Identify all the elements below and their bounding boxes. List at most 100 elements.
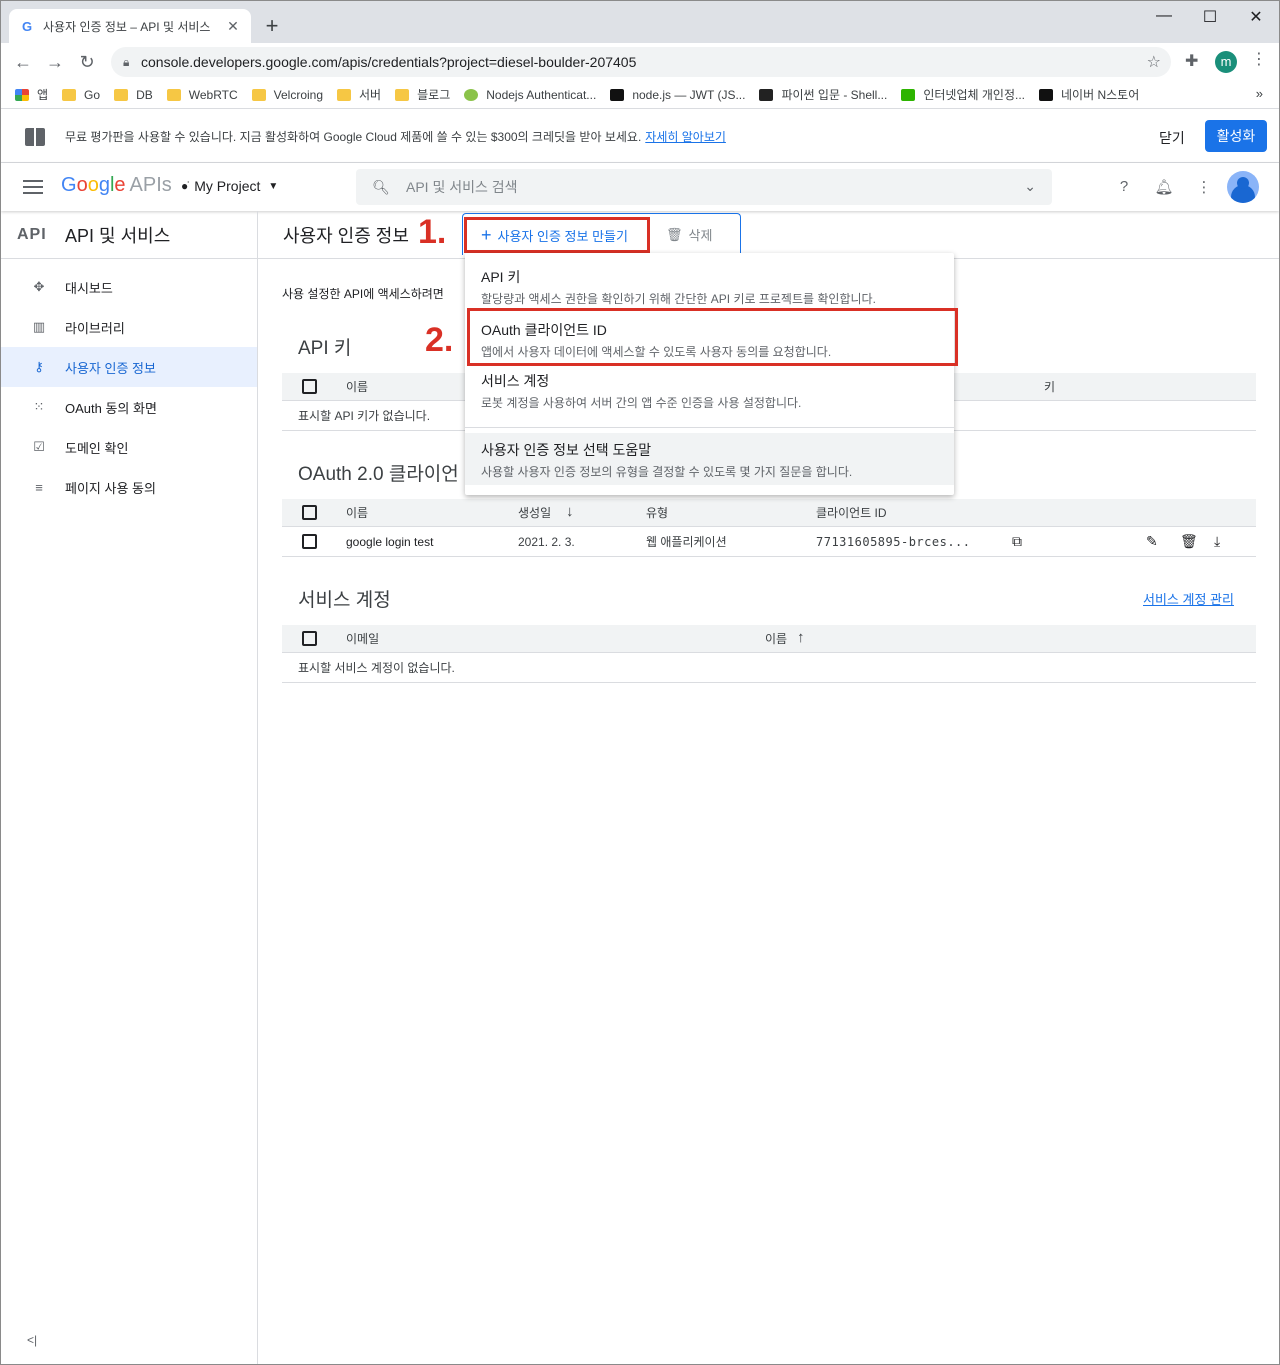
client-type: 웹 애플리케이션 (646, 535, 727, 549)
client-id: 77131605895-brces... (816, 534, 971, 549)
empty-row: 표시할 서비스 계정이 없습니다. (282, 653, 1256, 683)
learn-more-link[interactable]: 자세히 알아보기 (645, 128, 726, 145)
notifications-bell-icon[interactable]: 🔔︎ (1154, 178, 1174, 196)
annotation-step-1: 1. (418, 213, 447, 251)
tab-close-icon[interactable]: ✕ (225, 18, 241, 35)
new-tab-button[interactable]: + (261, 13, 283, 39)
bookmark-link[interactable]: node.js — JWT (JS... (610, 88, 745, 102)
bookmark-folder[interactable]: Go (62, 88, 100, 102)
project-selector[interactable]: ●̇ My Project ▼ (181, 178, 278, 194)
activate-button[interactable]: 활성화 (1205, 120, 1267, 152)
project-name: My Project (194, 178, 261, 194)
bookmark-folder[interactable]: 서버 (337, 86, 381, 103)
bookmark-folder[interactable]: 블로그 (395, 86, 450, 103)
client-name[interactable]: google login test (346, 535, 433, 549)
created-date: 2021. 2. 3. (518, 534, 575, 549)
copy-icon[interactable]: ⧉ (1012, 533, 1022, 550)
folder-icon (395, 88, 410, 101)
consent-icon: ⁙ (33, 399, 45, 414)
search-input[interactable]: 🔍︎ API 및 서비스 검색 ⌄ (356, 169, 1052, 205)
bookmark-folder[interactable]: Velcroing (251, 88, 323, 102)
bookmark-link[interactable]: 네이버 N스토어 (1039, 86, 1139, 103)
select-all-checkbox[interactable] (302, 631, 317, 646)
manage-service-accounts-link[interactable]: 서비스 계정 관리 (1143, 589, 1234, 608)
folder-icon (114, 88, 129, 101)
sidebar-item-credentials[interactable]: ⚷ 사용자 인증 정보 (1, 347, 257, 387)
sidebar-item-page-usage-agreement[interactable]: ≡ 페이지 사용 동의 (1, 467, 257, 507)
minimize-icon[interactable]: — (1141, 7, 1187, 25)
column-email: 이메일 (346, 632, 380, 646)
menu-item-help-me-choose[interactable]: 사용자 인증 정보 선택 도움말 사용할 사용자 인증 정보의 유형을 결정할 … (465, 433, 954, 485)
back-icon[interactable]: ← (7, 52, 39, 73)
apps-grid-icon (15, 88, 29, 101)
folder-icon (337, 88, 352, 101)
bookmark-folder[interactable]: DB (114, 88, 153, 102)
extensions-puzzle-icon[interactable]: ✚ (1185, 51, 1198, 71)
maximize-icon[interactable]: ☐ (1187, 7, 1233, 27)
menu-divider (465, 427, 954, 428)
google-apis-logo[interactable]: Google APIs (61, 174, 172, 197)
bookmark-apps[interactable]: 앱 (15, 86, 48, 103)
download-icon[interactable]: ⤓ (1214, 533, 1220, 550)
banner-text: 무료 평가판을 사용할 수 있습니다. 지금 활성화하여 Google Clou… (65, 130, 642, 144)
bookmarks-overflow-icon[interactable]: » (1256, 86, 1263, 101)
column-created[interactable]: 생성일 (518, 504, 551, 521)
menu-item-service-account[interactable]: 서비스 계정 로봇 계정을 사용하여 서버 간의 앱 수준 인증을 사용 설정합… (465, 371, 954, 411)
forward-icon[interactable]: → (39, 52, 71, 73)
delete-button[interactable]: 🗑︎ 삭제 (666, 225, 712, 244)
site-favicon-icon (759, 88, 774, 101)
sidebar-item-dashboard[interactable]: ✥ 대시보드 (1, 267, 257, 307)
select-all-checkbox[interactable] (302, 505, 317, 520)
api-keys-title: API 키 (298, 338, 352, 359)
create-credentials-button[interactable]: + 사용자 인증 정보 만들기 (464, 217, 650, 253)
reload-icon[interactable]: ↻ (71, 52, 103, 73)
row-checkbox[interactable] (302, 534, 317, 549)
bookmark-link[interactable]: 인터넷업체 개인정... (901, 86, 1025, 103)
console-header: Google APIs ●̇ My Project ▼ 🔍︎ API 및 서비스 … (1, 163, 1279, 211)
column-type: 유형 (646, 506, 669, 520)
sidebar-item-domain-verification[interactable]: ☑ 도메인 확인 (1, 427, 257, 467)
edit-pencil-icon[interactable]: ✎ (1146, 533, 1158, 550)
more-vert-icon[interactable]: ⋮ (1194, 178, 1214, 196)
sort-arrow-down-icon[interactable]: ↓ (566, 503, 574, 520)
address-bar[interactable]: 🔒︎ console.developers.google.com/apis/cr… (111, 47, 1171, 77)
page-title: 사용자 인증 정보 (283, 226, 409, 246)
bookmark-link[interactable]: 파이썬 입문 - Shell... (759, 86, 887, 103)
account-avatar[interactable] (1227, 171, 1259, 203)
window-close-icon[interactable]: ✕ (1233, 7, 1279, 27)
sidebar-item-oauth-consent[interactable]: ⁙ OAuth 동의 화면 (1, 387, 257, 427)
hamburger-menu-icon[interactable] (23, 180, 43, 194)
column-name: 이름 (346, 506, 369, 520)
site-favicon-icon (464, 88, 479, 101)
browser-tab[interactable]: G 사용자 인증 정보 – API 및 서비스 ✕ (9, 9, 251, 43)
profile-avatar[interactable]: m (1215, 51, 1237, 73)
collapse-sidebar-icon[interactable]: <| (27, 1333, 37, 1347)
sidebar-title: API 및 서비스 (65, 225, 171, 246)
bookmark-star-icon[interactable]: ☆ (1147, 52, 1161, 72)
dashboard-icon: ✥ (33, 279, 45, 294)
sidebar-item-library[interactable]: ▥ 라이브러리 (1, 307, 257, 347)
select-all-checkbox[interactable] (302, 379, 317, 394)
empty-message: 표시할 서비스 계정이 없습니다. (298, 661, 455, 675)
menu-item-api-key[interactable]: API 키 할당량과 액세스 권한을 확인하기 위해 간단한 API 키로 프로… (465, 267, 954, 307)
table-row[interactable]: google login test 2021. 2. 3. 웹 애플리케이션 7… (282, 527, 1256, 557)
lock-icon: 🔒︎ (123, 54, 130, 69)
bookmark-link[interactable]: Nodejs Authenticat... (464, 88, 596, 102)
banner-close-button[interactable]: 닫기 (1159, 128, 1185, 148)
chevron-down-icon[interactable]: ⌄ (1024, 178, 1036, 195)
trash-icon: 🗑︎ (666, 226, 683, 242)
table-header: 이메일 이름 ↑ (282, 625, 1256, 653)
browser-menu-icon[interactable]: ⋮ (1251, 49, 1267, 69)
checkbox-icon: ☑ (33, 439, 45, 454)
page-header: 사용자 인증 정보 + 사용자 인증 정보 만들기 🗑︎ 삭제 (258, 211, 1279, 259)
sort-arrow-up-icon[interactable]: ↑ (797, 629, 805, 646)
search-icon: 🔍︎ (372, 178, 390, 195)
site-favicon-icon (901, 88, 916, 101)
help-icon[interactable]: ? (1114, 178, 1134, 195)
bookmark-folder[interactable]: WebRTC (166, 88, 238, 102)
search-placeholder: API 및 서비스 검색 (406, 179, 518, 195)
folder-icon (62, 88, 77, 101)
column-name[interactable]: 이름 (765, 630, 787, 647)
intro-text: 사용 설정한 API에 액세스하려면 (282, 287, 444, 301)
delete-trash-icon[interactable]: 🗑︎ (1180, 533, 1198, 550)
